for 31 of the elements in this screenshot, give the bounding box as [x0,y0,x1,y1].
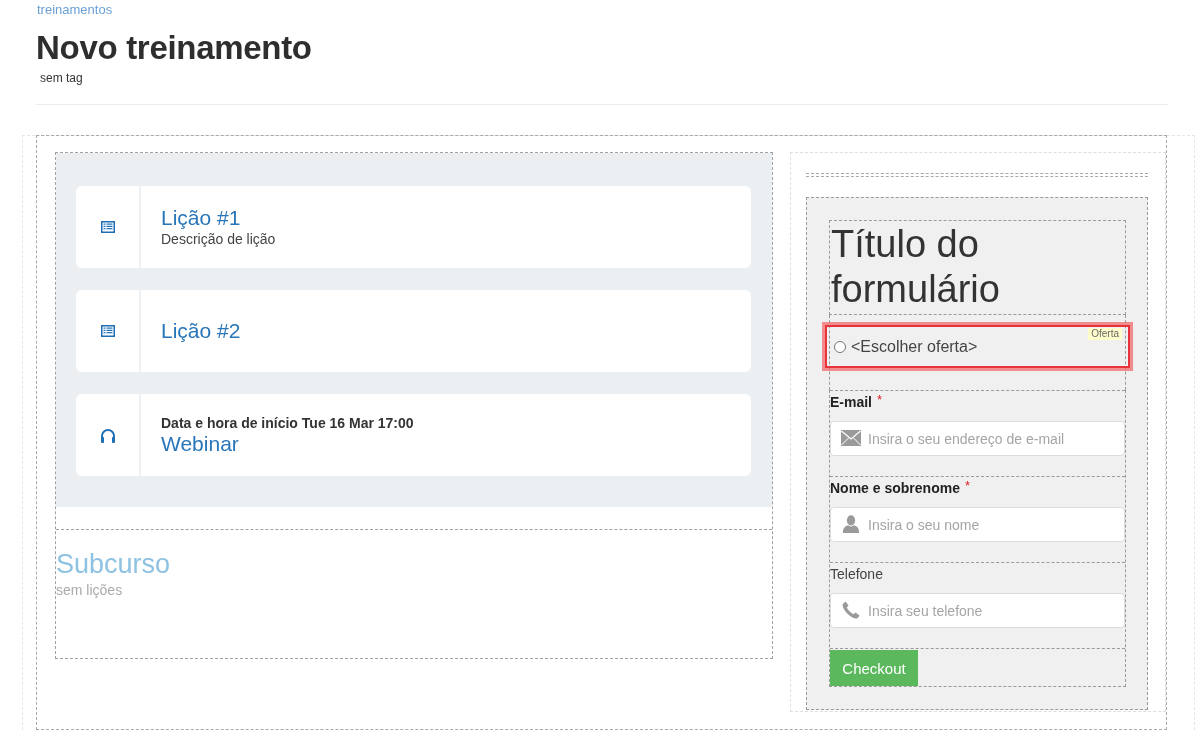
headphones-icon [99,427,116,443]
input-field[interactable]: Insira o seu endereço de e-mail [830,421,1125,456]
lesson-card[interactable]: Lição #1 Descrição de lição [76,186,751,268]
person-icon [841,515,861,533]
input-field[interactable]: Insira o seu nome [830,507,1125,542]
phone-icon [841,601,861,619]
required-marker: * [877,393,883,407]
webinar-start-time: Data e hora de início Tue 16 Mar 17:00 [161,414,414,432]
field-label: Nome e sobrenome [830,479,960,497]
list-icon [100,221,115,233]
input-field[interactable]: Insira seu telefone [830,593,1125,628]
lesson-title: Webinar [161,431,239,456]
lesson-description: Descrição de lição [161,230,276,248]
lesson-card[interactable]: Lição #2 [76,290,751,372]
offer-label: <Escolher oferta> [851,337,978,356]
offer-tag: Oferta [1088,328,1122,340]
list-icon [100,325,115,337]
field-label: E-mail [830,393,872,411]
lesson-title: Lição #1 [161,206,241,230]
subcourse-title: Subcurso [56,548,171,580]
lesson-card[interactable]: Data e hora de início Tue 16 Mar 17:00 Webinar [76,394,751,476]
radio-button[interactable] [834,340,846,353]
page-title: Novo treinamento [36,30,312,66]
offer-option[interactable]: <Escolher oferta> Oferta [825,325,1130,368]
subcourse-status: sem lições [56,581,123,599]
lesson-title: Lição #2 [161,319,241,343]
field-label: Telefone [830,565,883,583]
tag-label: sem tag [39,71,83,85]
envelope-icon [841,429,861,447]
required-marker: * [964,479,970,493]
form-title: Título do formulário [829,220,1126,315]
